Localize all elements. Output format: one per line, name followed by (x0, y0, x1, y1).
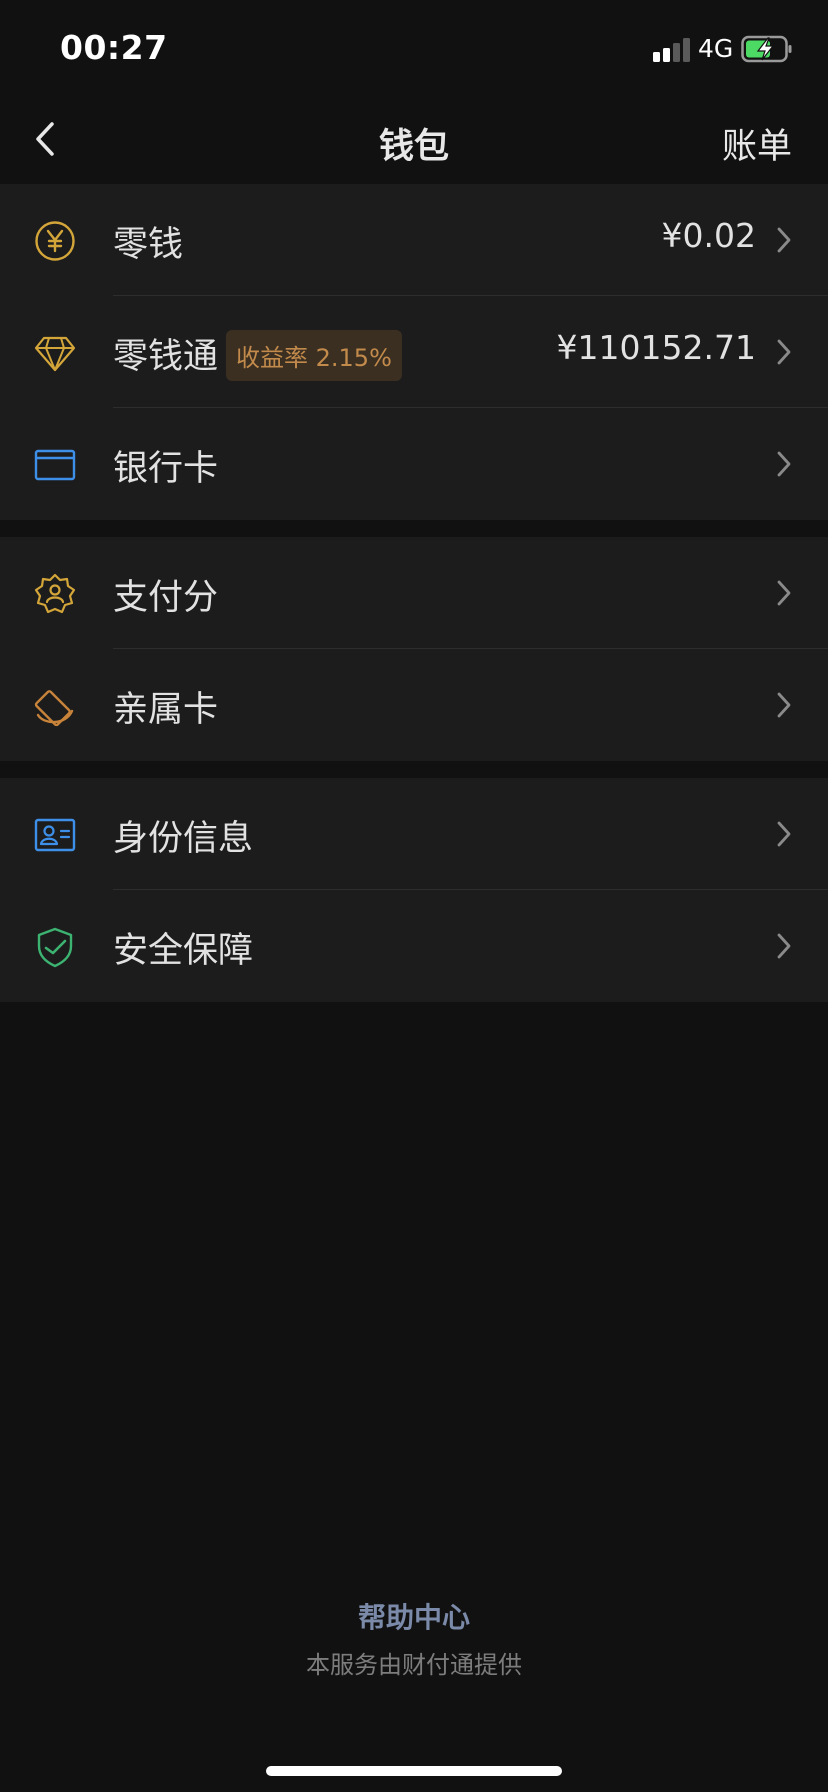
row-label: 身份信息 (113, 819, 254, 859)
row-pay-score[interactable]: 支付分 (0, 537, 828, 649)
bill-button[interactable]: 账单 (722, 118, 792, 169)
chevron-right-icon (777, 821, 791, 847)
shield-check-icon (37, 927, 73, 968)
row-label: 支付分 (113, 578, 219, 618)
chevron-right-icon (777, 692, 791, 718)
page-title: 钱包 (378, 127, 449, 167)
service-provider-note: 本服务由财付通提供 (306, 1651, 522, 1679)
chevron-right-icon (777, 451, 791, 477)
balance-value: ¥0.02 (661, 216, 756, 255)
status-time: 00:27 (60, 28, 168, 67)
row-identity-info[interactable]: 身份信息 (0, 778, 828, 890)
yield-rate-badge: 收益率 2.15% (226, 330, 402, 381)
pay-score-badge-icon (34, 573, 76, 614)
row-security[interactable]: 安全保障 (0, 890, 828, 1002)
diamond-icon (34, 336, 76, 372)
row-family-card[interactable]: 亲属卡 (0, 649, 828, 761)
wallet-group-balance: 零钱 ¥0.02 零钱通 收益率 2.15% ¥110152.71 银行卡 (0, 184, 828, 520)
signal-strength-icon (653, 38, 690, 62)
row-label: 亲属卡 (113, 690, 219, 730)
chevron-right-icon (777, 580, 791, 606)
battery-charging-icon (741, 35, 792, 63)
row-label: 安全保障 (113, 931, 254, 971)
network-type: 4G (698, 34, 734, 63)
wallet-group-security: 身份信息 安全保障 (0, 778, 828, 1002)
row-label: 零钱通 (113, 337, 219, 377)
row-change[interactable]: 零钱 ¥0.02 (0, 184, 828, 296)
chevron-right-icon (777, 339, 791, 365)
row-label: 零钱 (113, 225, 184, 265)
bank-card-icon (34, 449, 76, 481)
family-card-icon (34, 690, 74, 727)
row-lingqiantong[interactable]: 零钱通 收益率 2.15% ¥110152.71 (0, 296, 828, 408)
home-indicator[interactable] (266, 1766, 562, 1776)
yuan-coin-icon (35, 221, 75, 261)
row-label: 银行卡 (113, 449, 219, 489)
balance-value: ¥110152.71 (556, 328, 756, 367)
nav-bar: 钱包 账单 (0, 96, 828, 184)
status-bar: 00:27 4G (0, 0, 828, 96)
help-center-link[interactable]: 帮助中心 (0, 1596, 828, 1636)
id-card-icon (34, 818, 76, 852)
wallet-group-services: 支付分 亲属卡 (0, 537, 828, 761)
chevron-right-icon (777, 933, 791, 959)
chevron-right-icon (777, 227, 791, 253)
row-bank-card[interactable]: 银行卡 (0, 408, 828, 520)
